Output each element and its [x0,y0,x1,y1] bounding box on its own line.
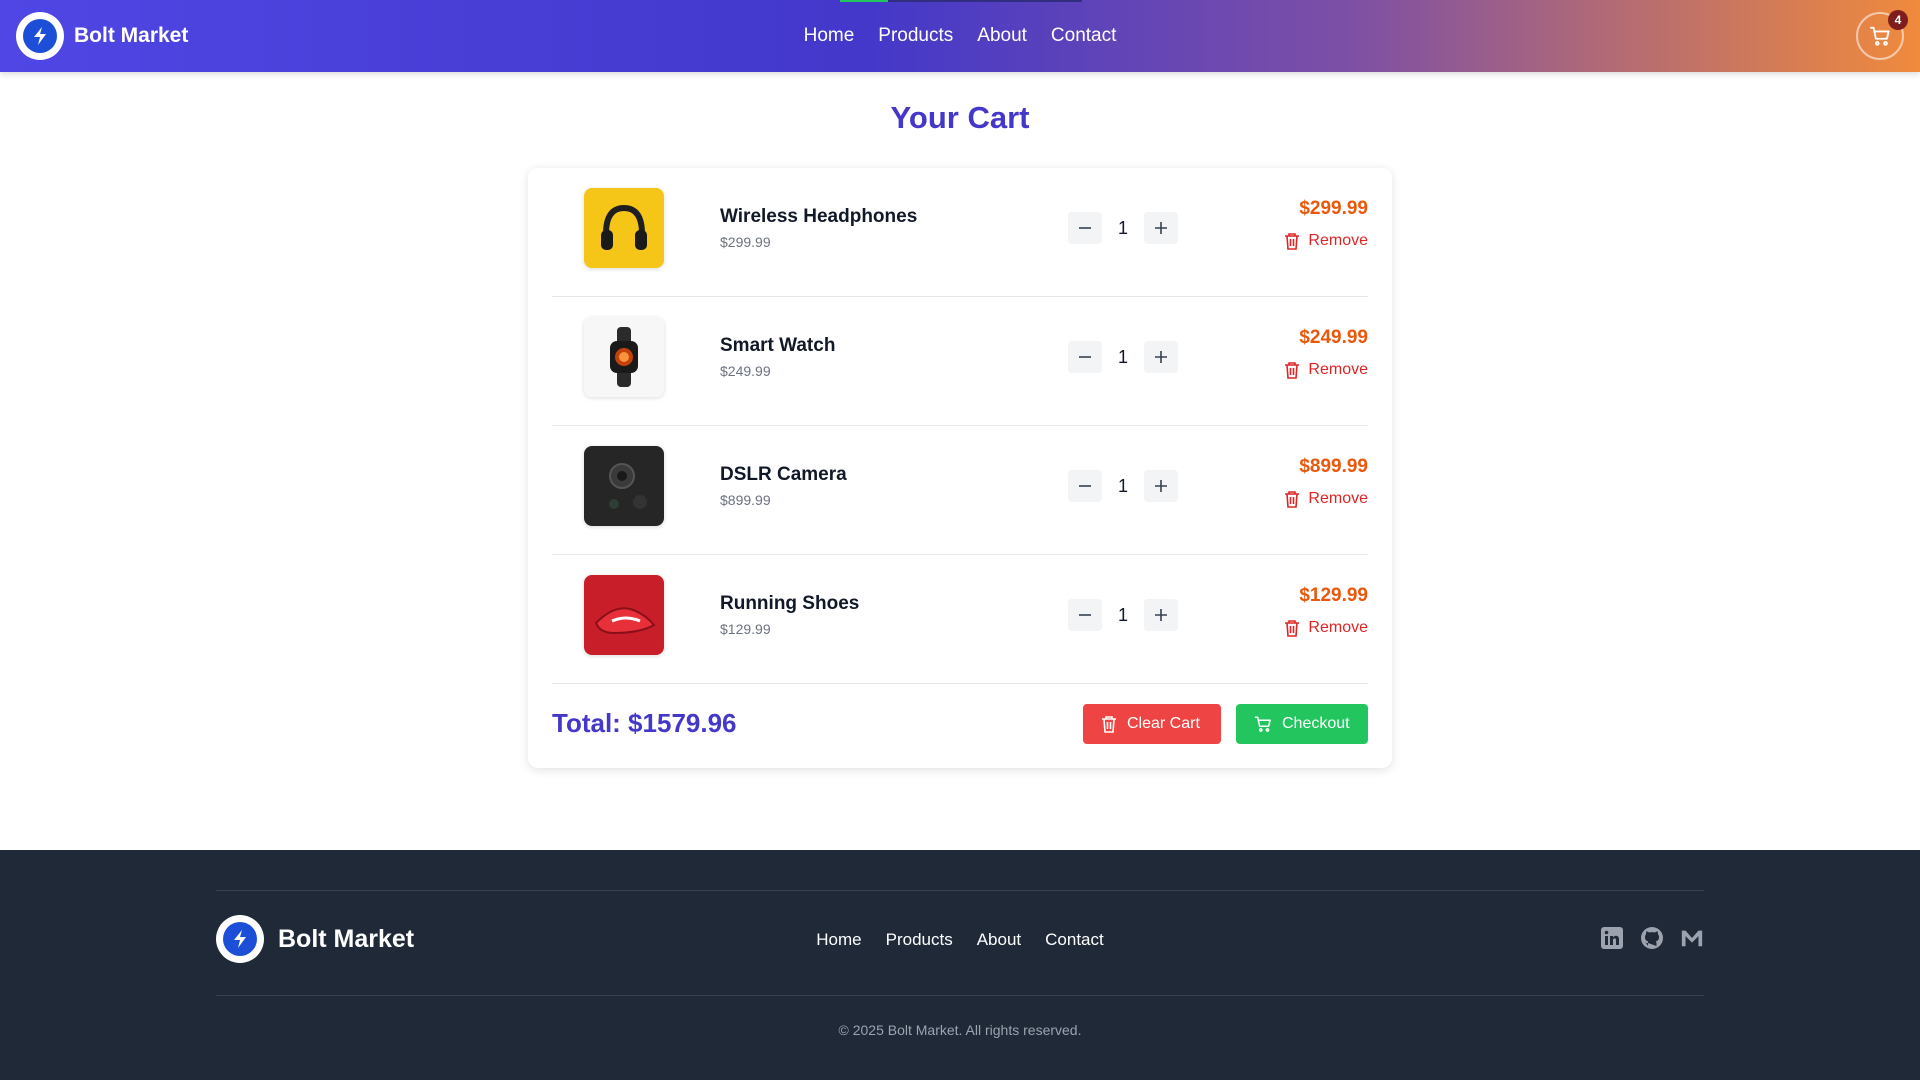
plus-icon [1155,222,1167,234]
item-name: Running Shoes [720,593,860,614]
decrease-quantity-button[interactable] [1068,470,1102,502]
remove-item-button[interactable]: Remove [1284,361,1368,379]
cart-item: Smart Watch $249.99 1 $249.99 Remove [552,297,1368,426]
footer-nav-about[interactable]: About [977,930,1021,950]
dslr-camera-image [584,446,664,526]
minus-icon [1079,614,1091,616]
minus-icon [1079,227,1091,229]
item-unit-price: $299.99 [720,234,771,250]
site-header: Bolt Market Home Products About Contact … [0,0,1920,72]
brand-name: Bolt Market [74,24,189,47]
social-links [1600,926,1704,950]
main-nav: Home Products About Contact [0,0,1920,72]
item-unit-price: $129.99 [720,621,771,637]
item-unit-price: $249.99 [720,363,771,379]
cart-item: Wireless Headphones $299.99 1 $299.99 Re… [552,168,1368,297]
minus-icon [1079,356,1091,358]
item-name: Smart Watch [720,335,836,356]
line-price: $129.99 [1299,585,1368,606]
copyright-text: © 2025 Bolt Market. All rights reserved. [838,1022,1082,1038]
nav-products[interactable]: Products [878,25,953,47]
decrease-quantity-button[interactable] [1068,212,1102,244]
item-name: DSLR Camera [720,464,847,485]
mail-icon[interactable] [1680,926,1704,950]
remove-item-button[interactable]: Remove [1284,619,1368,637]
increase-quantity-button[interactable] [1144,599,1178,631]
increase-quantity-button[interactable] [1144,212,1178,244]
bolt-logo-icon [16,12,64,60]
nav-contact[interactable]: Contact [1051,25,1116,47]
item-name: Wireless Headphones [720,206,918,227]
headphones-image [584,188,664,268]
increase-quantity-button[interactable] [1144,341,1178,373]
footer-nav-contact[interactable]: Contact [1045,930,1104,950]
plus-icon [1155,480,1167,492]
quantity-value: 1 [1117,475,1128,496]
running-shoes-image [584,575,664,655]
cart-total: Total: $1579.96 [552,708,737,738]
plus-icon [1155,609,1167,621]
line-price: $249.99 [1299,327,1368,348]
cart-button[interactable]: 4 [1856,10,1908,60]
increase-quantity-button[interactable] [1144,470,1178,502]
trash-icon [1285,491,1300,508]
trash-icon [1285,362,1300,379]
brand-logo-link[interactable]: Bolt Market [16,12,188,60]
line-price: $299.99 [1299,198,1368,219]
footer-divider [216,890,1704,891]
cart-item: DSLR Camera $899.99 1 $899.99 Remove [552,426,1368,555]
trash-icon [1285,620,1300,637]
minus-icon [1079,485,1091,487]
item-unit-price: $899.99 [720,492,771,508]
checkout-label: Checkout [1282,715,1350,732]
footer-nav-home[interactable]: Home [816,930,861,950]
linkedin-icon[interactable] [1600,926,1624,950]
quantity-stepper: 1 [1068,212,1178,244]
cart-count-badge: 4 [1888,10,1908,30]
clear-cart-button[interactable]: Clear Cart [1083,704,1221,744]
plus-icon [1155,351,1167,363]
footer-divider [216,995,1704,996]
trash-icon [1102,716,1116,733]
page-title: Your Cart [890,100,1030,135]
remove-label: Remove [1308,490,1368,507]
cart-card: Wireless Headphones $299.99 1 $299.99 Re… [528,168,1392,768]
quantity-stepper: 1 [1068,470,1178,502]
quantity-value: 1 [1117,604,1128,625]
remove-label: Remove [1308,232,1368,249]
remove-label: Remove [1308,619,1368,636]
shopping-cart-icon [1254,716,1271,732]
remove-item-button[interactable]: Remove [1284,232,1368,250]
footer-nav-products[interactable]: Products [886,930,953,950]
shopping-cart-icon [1869,26,1890,46]
quantity-value: 1 [1117,217,1128,238]
clear-cart-label: Clear Cart [1127,715,1200,732]
remove-item-button[interactable]: Remove [1284,490,1368,508]
trash-icon [1285,233,1300,250]
nav-home[interactable]: Home [804,25,855,47]
site-footer: Bolt Market Home Products About Contact … [0,850,1920,1080]
remove-label: Remove [1308,361,1368,378]
checkout-button[interactable]: Checkout [1236,704,1368,744]
cart-item: Running Shoes $129.99 1 $129.99 Remove [552,555,1368,684]
quantity-value: 1 [1117,346,1128,367]
decrease-quantity-button[interactable] [1068,599,1102,631]
decrease-quantity-button[interactable] [1068,341,1102,373]
quantity-stepper: 1 [1068,341,1178,373]
line-price: $899.99 [1299,456,1368,477]
smart-watch-image [584,317,664,397]
quantity-stepper: 1 [1068,599,1178,631]
github-icon[interactable] [1640,926,1664,950]
nav-about[interactable]: About [977,25,1027,47]
page-load-progress [840,0,1082,2]
